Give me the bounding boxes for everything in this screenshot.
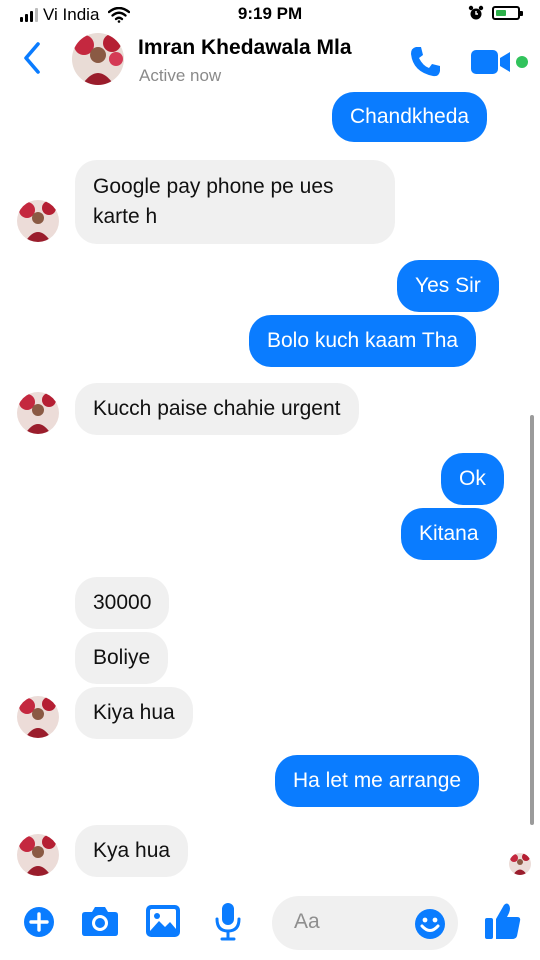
online-indicator — [516, 56, 528, 68]
message-composer: Aa — [0, 888, 540, 960]
back-chevron-icon[interactable] — [22, 40, 42, 76]
plus-icon[interactable] — [23, 906, 55, 938]
contact-avatar[interactable] — [72, 33, 124, 85]
status-time: 9:19 PM — [237, 4, 303, 23]
message-bubble-incoming[interactable]: Boliye — [75, 632, 169, 684]
message-bubble-outgoing[interactable]: Yes Sir — [397, 260, 499, 312]
message-bubble-outgoing[interactable]: Chandkheda — [332, 92, 488, 142]
scrollbar[interactable] — [530, 415, 534, 825]
message-bubble-incoming[interactable]: Kucch paise chahie urgent — [75, 383, 359, 435]
conversation-header: Imran Khedawala Mla Active now — [0, 30, 540, 94]
sender-avatar[interactable] — [17, 200, 59, 242]
message-bubble-incoming[interactable]: Kiya hua — [75, 687, 193, 739]
phone-call-icon[interactable] — [407, 44, 443, 80]
contact-name: Imran Khedawala Mla — [138, 36, 352, 59]
status-bar: Vi India 9:19 PM — [0, 0, 540, 30]
message-text: Google pay phone pe ues karte h — [93, 175, 334, 228]
message-bubble-outgoing[interactable]: Ha let me arrange — [275, 755, 480, 807]
microphone-icon[interactable] — [214, 902, 242, 942]
status-right — [468, 5, 523, 21]
message-bubble-incoming[interactable]: Kya hua — [75, 825, 189, 877]
message-input[interactable]: Aa — [272, 896, 458, 950]
message-bubble-outgoing[interactable]: Bolo kuch kaam Tha — [249, 315, 477, 367]
message-bubble-outgoing[interactable]: Ok — [441, 453, 504, 505]
message-bubble-incoming[interactable]: 30000 — [75, 577, 170, 629]
camera-icon[interactable] — [81, 905, 119, 937]
sender-avatar[interactable] — [17, 834, 59, 876]
sender-avatar[interactable] — [17, 696, 59, 738]
thumbs-up-icon[interactable] — [484, 901, 522, 941]
message-input-placeholder: Aa — [294, 910, 320, 933]
video-call-icon[interactable] — [470, 48, 514, 76]
alarm-icon — [468, 5, 484, 20]
battery-icon — [492, 6, 523, 20]
photo-icon[interactable] — [145, 904, 181, 938]
emoji-icon[interactable] — [414, 908, 446, 940]
sender-avatar[interactable] — [17, 392, 59, 434]
read-receipt-avatar — [509, 853, 531, 875]
presence-status: Active now — [139, 66, 222, 85]
message-bubble-outgoing[interactable]: Kitana — [401, 508, 497, 560]
message-bubble-incoming[interactable]: Google pay phone pe ues karte h — [75, 160, 395, 244]
